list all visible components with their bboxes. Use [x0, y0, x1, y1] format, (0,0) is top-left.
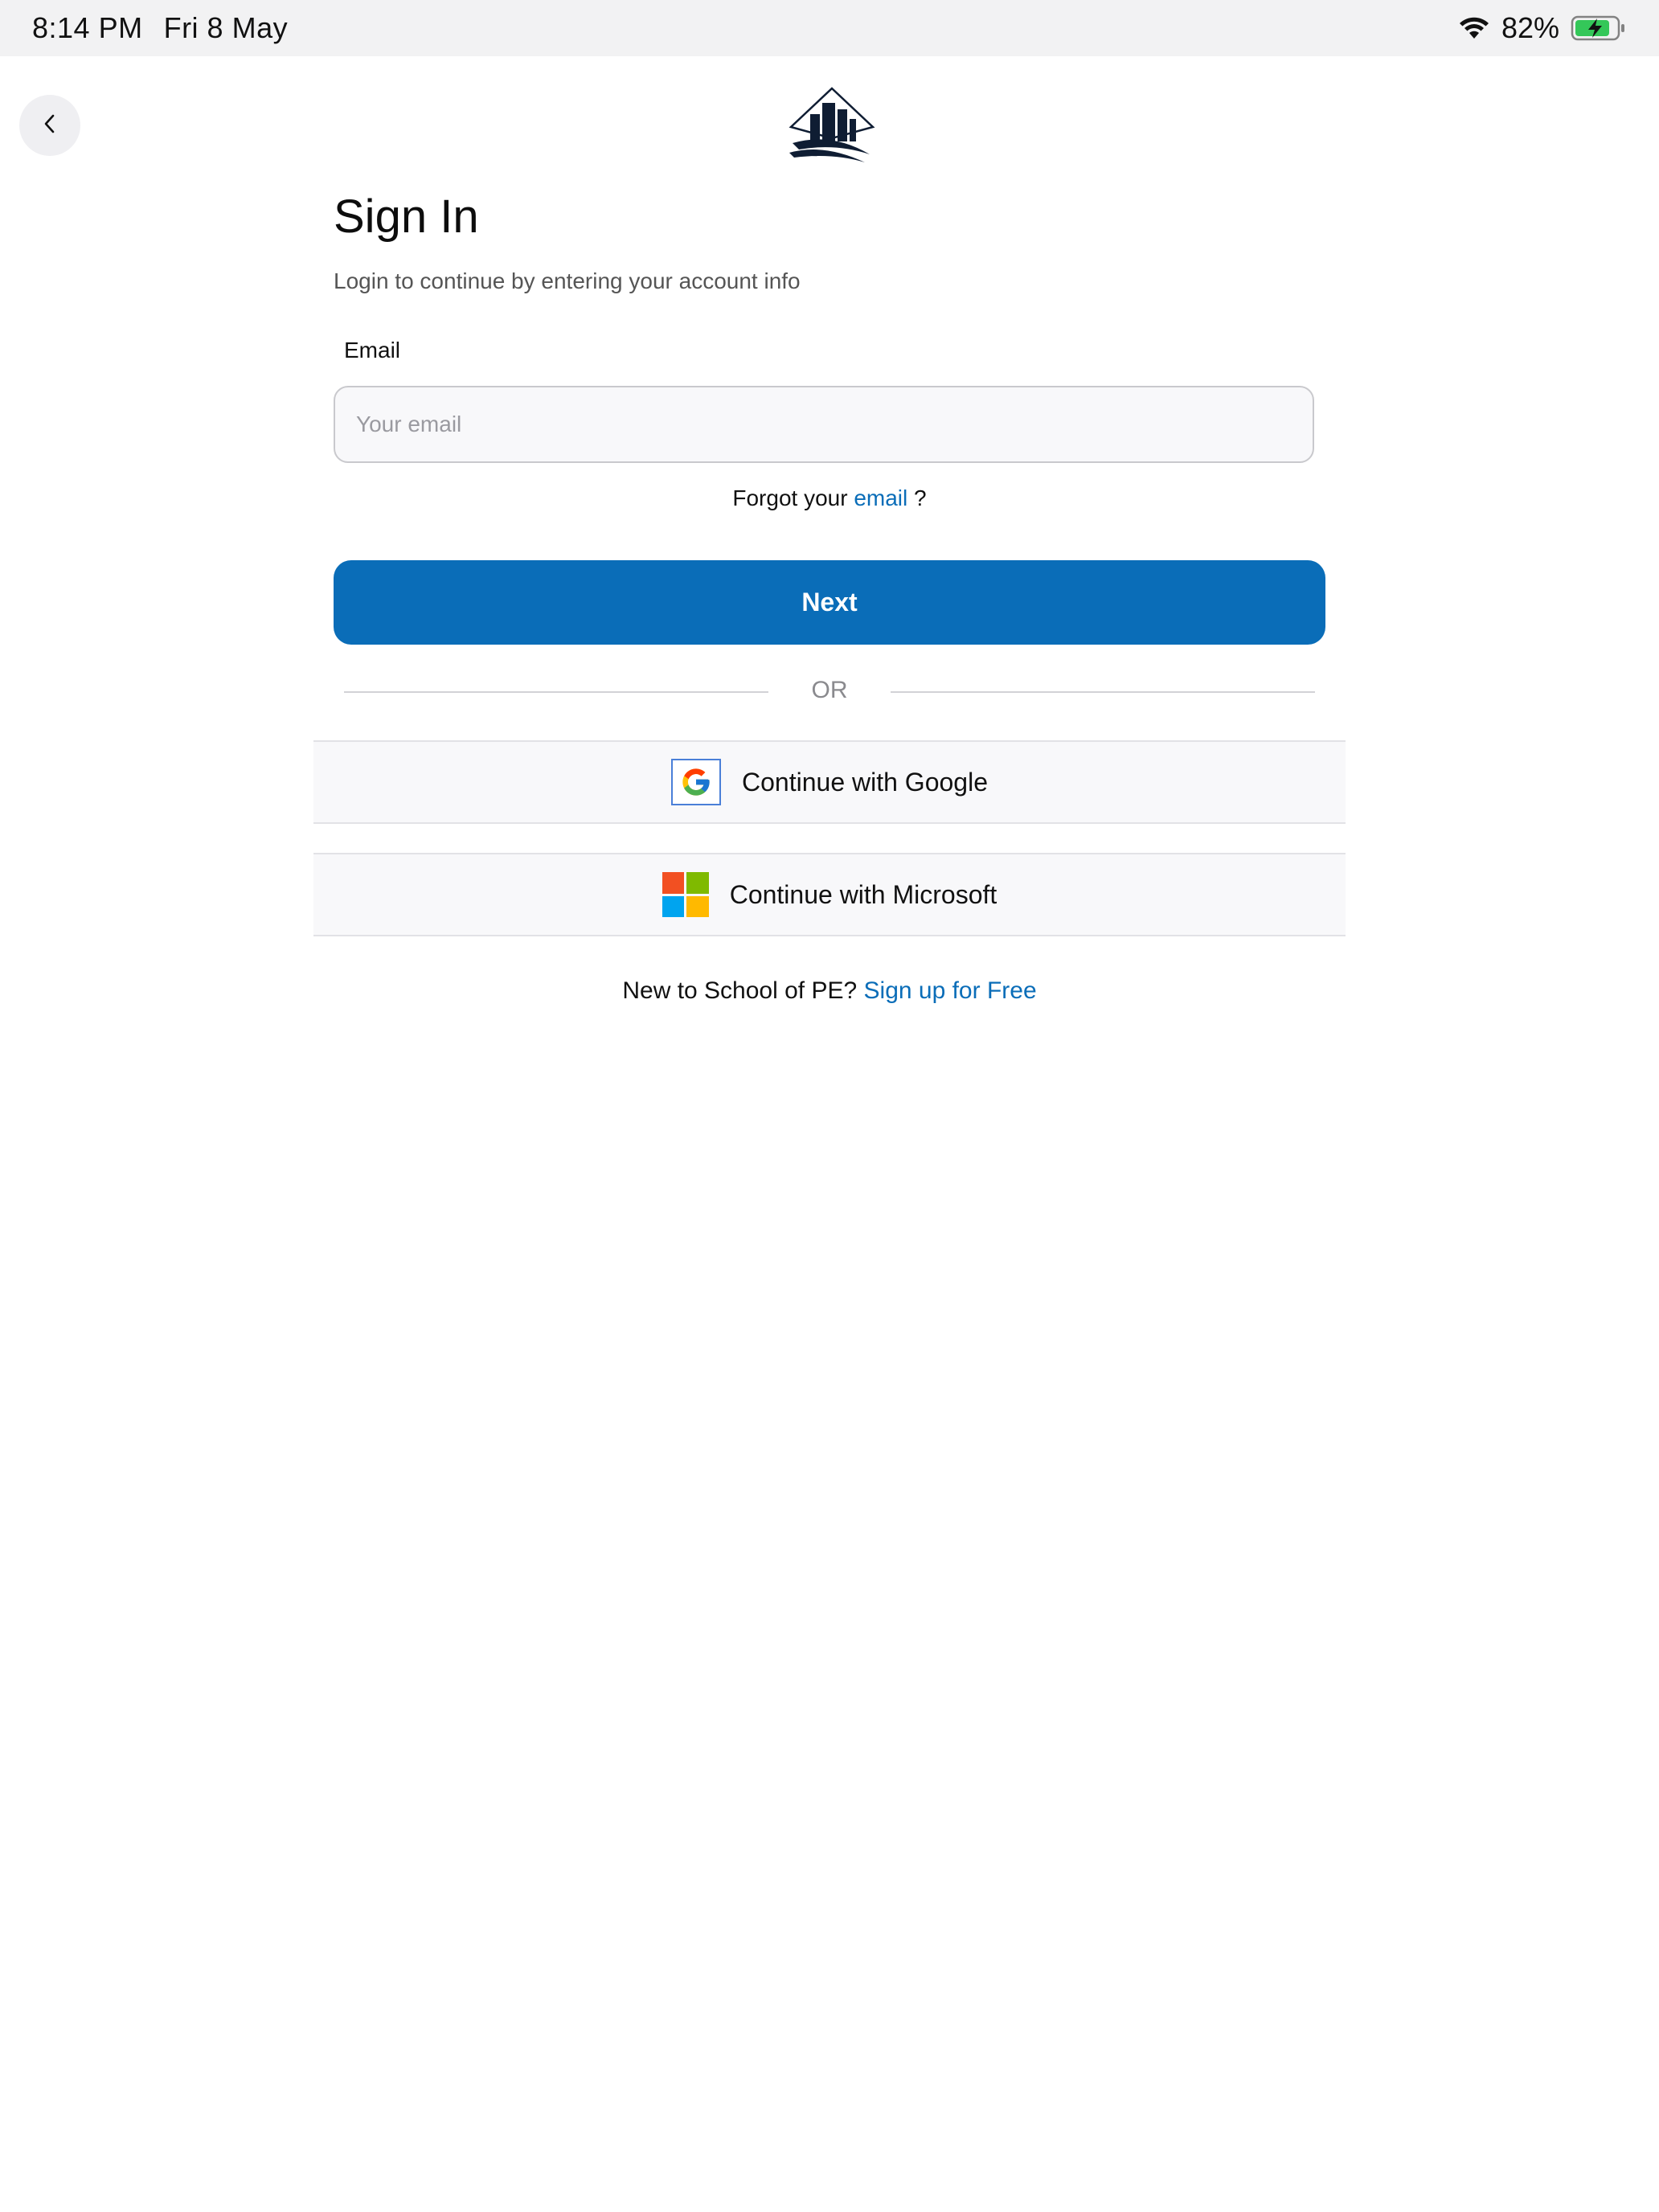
page-subtitle: Login to continue by entering your accou… [334, 268, 801, 293]
microsoft-icon [662, 872, 709, 917]
buildings-logo [788, 85, 876, 166]
status-date: Fri 8 May [163, 11, 289, 44]
continue-with-google-button[interactable]: Continue with Google [313, 740, 1346, 824]
chevron-left-icon [40, 113, 59, 139]
back-button[interactable] [19, 95, 80, 156]
status-indicators: 82% [1458, 10, 1627, 47]
signup-prompt: New to School of PE? [622, 977, 858, 1004]
divider-line-right [891, 691, 1315, 693]
battery-charging-icon [1571, 14, 1627, 42]
status-time: 8:14 PM [32, 11, 143, 44]
forgot-suffix: ? [914, 485, 927, 510]
google-icon [671, 759, 722, 805]
signup-row: New to School of PE? Sign up for Free [0, 977, 1659, 1005]
status-time-date: 8:14 PM Fri 8 May [32, 11, 288, 45]
next-button[interactable]: Next [334, 560, 1325, 645]
microsoft-button-label: Continue with Microsoft [729, 879, 997, 909]
divider-line-left [344, 691, 768, 693]
signup-link[interactable]: Sign up for Free [864, 977, 1037, 1004]
google-button-label: Continue with Google [742, 767, 988, 797]
status-bar: 8:14 PM Fri 8 May 82% [0, 0, 1659, 56]
page-title: Sign In [334, 190, 479, 243]
wifi-icon [1458, 16, 1490, 40]
battery-percent: 82% [1501, 11, 1559, 44]
continue-with-microsoft-button[interactable]: Continue with Microsoft [313, 853, 1346, 936]
email-label: Email [344, 338, 401, 363]
email-field[interactable] [334, 386, 1314, 463]
forgot-prefix: Forgot your [732, 485, 848, 510]
divider-or: OR [811, 677, 848, 703]
forgot-email-link[interactable]: email [854, 485, 907, 510]
forgot-email-row: Forgot your email ? [0, 485, 1659, 511]
